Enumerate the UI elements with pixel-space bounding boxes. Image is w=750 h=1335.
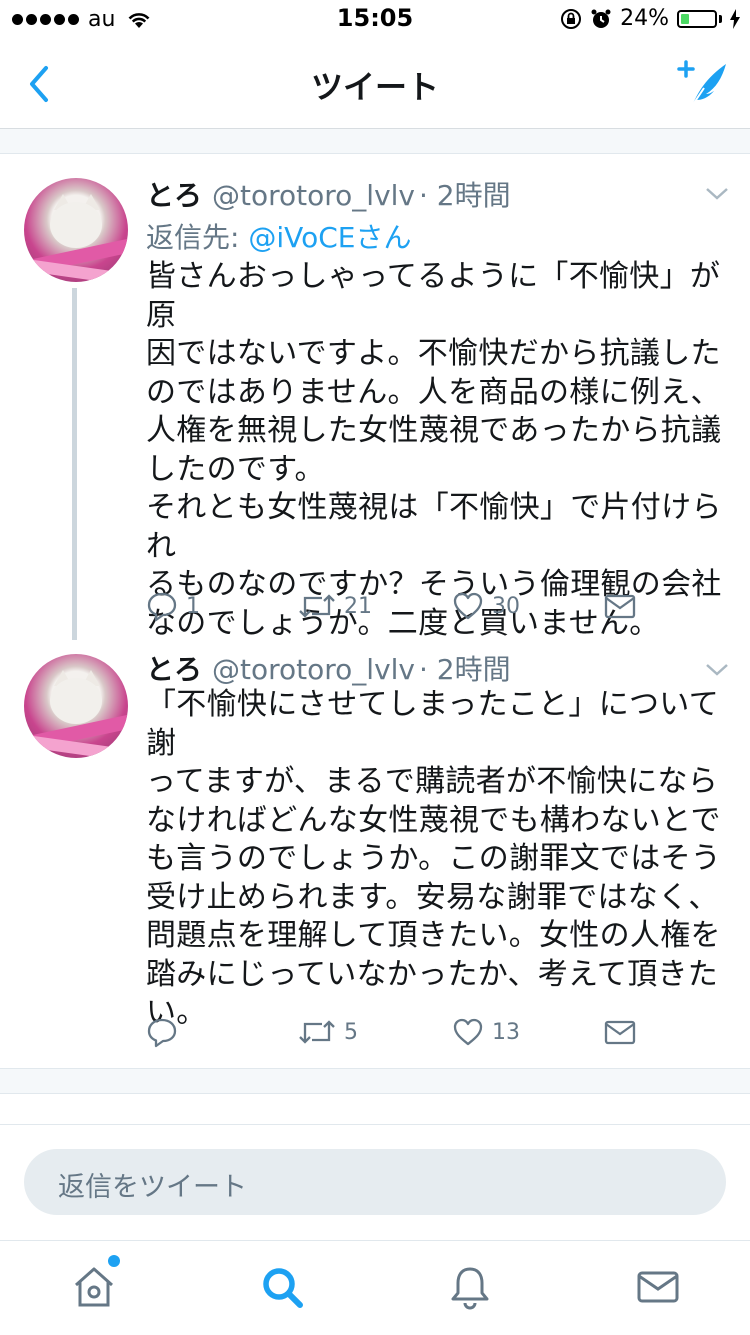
tweet-header: とろ @torotoro_lvlv · 2時間 xyxy=(146,174,511,214)
reply-icon xyxy=(147,1018,177,1048)
reply-to-line: 返信先: @iVoCEさん xyxy=(146,216,411,256)
tweet-actions: 1 21 30 xyxy=(146,590,646,626)
reply-icon xyxy=(147,592,177,622)
avatar[interactable] xyxy=(24,654,128,758)
tab-bar xyxy=(0,1240,750,1335)
retweet-count: 5 xyxy=(344,1019,358,1045)
like-button[interactable]: 13 xyxy=(452,1016,520,1048)
battery-percent: 24% xyxy=(620,6,669,31)
user-handle[interactable]: @torotoro_lvlv xyxy=(212,179,415,212)
compose-tweet-icon[interactable] xyxy=(676,56,732,112)
retweet-count: 21 xyxy=(344,593,372,619)
tweet-header: とろ @torotoro_lvlv · 2時間 xyxy=(146,648,511,688)
battery-level xyxy=(681,13,689,24)
like-button[interactable]: 30 xyxy=(452,590,520,622)
avatar[interactable] xyxy=(24,178,128,282)
like-count: 13 xyxy=(492,1019,520,1045)
reply-input[interactable]: 返信をツイート xyxy=(24,1149,726,1215)
orientation-lock-icon xyxy=(561,8,582,29)
reply-placeholder: 返信をツイート xyxy=(58,1172,247,1203)
status-right: 24% xyxy=(560,6,740,31)
tweet-text: 「不愉快にさせてしまったこと」について謝 ってますが、まるで購読者が不愉快になら… xyxy=(146,687,722,1030)
battery-icon xyxy=(677,9,717,28)
tab-messages[interactable] xyxy=(634,1263,682,1311)
retweet-icon xyxy=(299,594,335,618)
heart-icon xyxy=(453,592,483,620)
retweet-button[interactable]: 5 xyxy=(298,1016,358,1048)
search-icon xyxy=(263,1268,303,1308)
section-gap xyxy=(0,129,750,154)
chevron-down-icon[interactable] xyxy=(704,186,730,202)
tab-home[interactable] xyxy=(70,1255,120,1311)
page-title: ツイート xyxy=(310,68,439,106)
reply-button[interactable]: 1 xyxy=(146,590,200,622)
like-count: 30 xyxy=(492,593,520,619)
tweet-time: · 2時間 xyxy=(419,653,511,686)
tweet-text: 皆さんおっしゃってるように「不愉快」が原 因ではないですよ。不愉快だから抗議した… xyxy=(146,259,722,641)
reply-button[interactable] xyxy=(146,1016,186,1048)
envelope-icon xyxy=(604,1020,636,1045)
navigation-bar: ツイート xyxy=(0,40,750,129)
tweet-actions: 5 13 xyxy=(146,1016,646,1052)
notifications-icon xyxy=(451,1267,489,1310)
reply-count: 1 xyxy=(186,593,200,619)
message-button[interactable] xyxy=(604,1016,636,1048)
tab-notifications[interactable] xyxy=(446,1263,494,1311)
retweet-icon xyxy=(299,1020,335,1044)
thread-line xyxy=(72,288,77,640)
section-gap xyxy=(0,1068,750,1094)
reply-to-prefix: 返信先: xyxy=(146,221,249,254)
battery-tip xyxy=(719,14,722,23)
user-name[interactable]: とろ xyxy=(146,653,202,686)
charging-icon xyxy=(730,8,740,29)
retweet-button[interactable]: 21 xyxy=(298,590,372,622)
envelope-icon xyxy=(604,594,636,619)
message-button[interactable] xyxy=(604,590,636,622)
alarm-icon xyxy=(591,9,611,28)
messages-icon xyxy=(637,1271,679,1303)
heart-icon xyxy=(453,1018,483,1046)
user-name[interactable]: とろ xyxy=(146,179,202,212)
tweet-card[interactable]: とろ @torotoro_lvlv · 2時間 「不愉快にさせてしまったこと」につい… xyxy=(0,640,750,1068)
new-content-dot xyxy=(108,1255,120,1267)
reply-to-link[interactable]: @iVoCEさん xyxy=(248,221,411,254)
status-bar: au 15:05 24% xyxy=(0,0,750,40)
reply-composer: 返信をツイート xyxy=(0,1124,750,1241)
tab-search[interactable] xyxy=(258,1263,306,1311)
home-icon xyxy=(75,1267,113,1307)
user-handle[interactable]: @torotoro_lvlv xyxy=(212,653,415,686)
tweet-time: · 2時間 xyxy=(419,179,511,212)
chevron-down-icon[interactable] xyxy=(704,662,730,678)
tweet-card[interactable]: とろ @torotoro_lvlv · 2時間 返信先: @iVoCEさん 皆さんお… xyxy=(0,154,750,641)
